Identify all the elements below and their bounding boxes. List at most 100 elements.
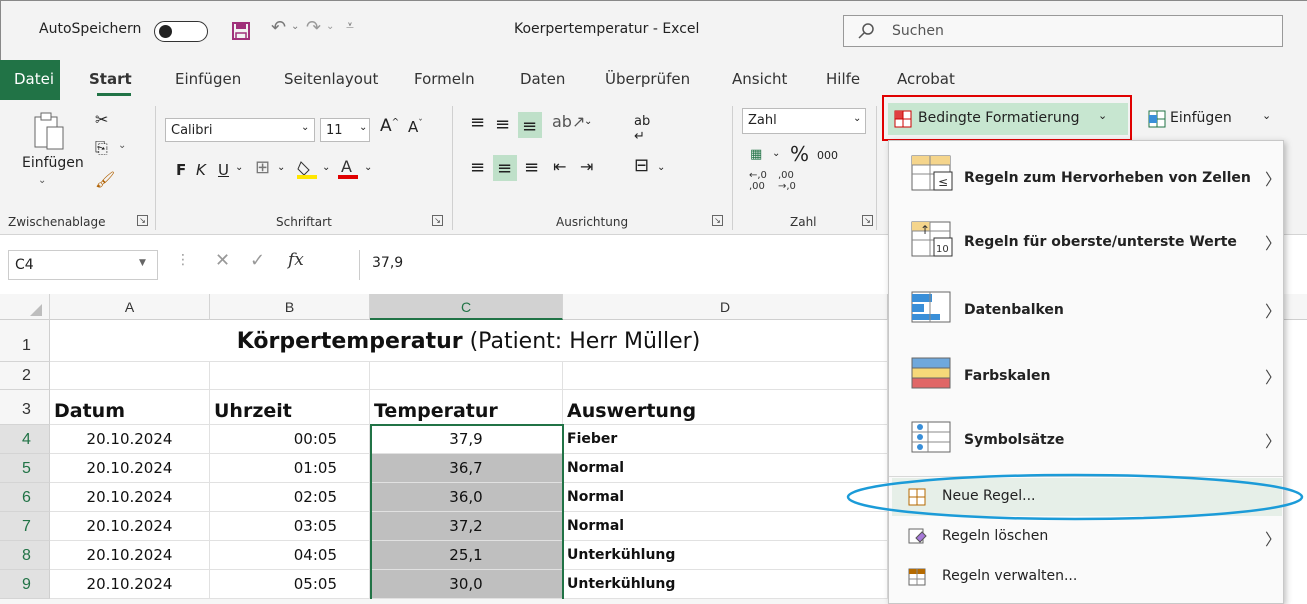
menu-item-new-rule[interactable]: Neue Regel... [892, 478, 1282, 516]
tab-review[interactable]: Überprüfen [605, 70, 690, 88]
orientation-icon[interactable]: ab↗ [552, 112, 585, 131]
undo-icon[interactable]: ↶ [271, 17, 286, 38]
column-header-b[interactable]: B [210, 294, 370, 320]
table-cell[interactable]: 20.10.2024 [50, 425, 210, 454]
menu-item-icon-sets[interactable]: Symbolsätze 〉 [892, 412, 1282, 474]
row-header-8[interactable]: 8 [0, 541, 50, 570]
tab-page-layout[interactable]: Seitenlayout [284, 70, 378, 88]
column-header-a[interactable]: A [50, 294, 210, 320]
font-name-select[interactable]: Calibri ⌄ [165, 118, 315, 142]
increase-indent-icon[interactable]: ⇥ [580, 157, 593, 176]
decrease-decimal-button[interactable]: ,00 →,0 [778, 170, 796, 192]
select-all-corner[interactable] [0, 294, 50, 320]
menu-item-manage-rules[interactable]: Regeln verwalten... [892, 560, 1282, 594]
font-launcher-icon[interactable]: ↘ [432, 215, 443, 226]
table-cell[interactable]: 20.10.2024 [50, 512, 210, 541]
format-painter-icon[interactable]: 🖌 [95, 170, 115, 189]
copy-dropdown-icon[interactable]: ⌄ [118, 140, 126, 151]
row-header-3[interactable]: 3 [0, 390, 50, 425]
menu-item-data-bars[interactable]: Datenbalken 〉 [892, 280, 1282, 346]
accounting-icon[interactable]: ▦ [750, 147, 762, 162]
confirm-icon[interactable]: ✓ [250, 250, 265, 271]
header-cell-datum[interactable]: Datum [50, 390, 210, 425]
underline-button[interactable]: U [218, 161, 229, 179]
font-size-select[interactable]: 11 ⌄ [320, 118, 370, 142]
save-icon[interactable] [232, 22, 250, 40]
fill-color-dropdown-icon[interactable]: ⌄ [322, 162, 330, 173]
table-cell[interactable]: 03:05 [210, 512, 370, 541]
customize-toolbar-icon[interactable]: ⩡ [346, 18, 354, 34]
tab-view[interactable]: Ansicht [732, 70, 787, 88]
decrease-font-icon[interactable]: Aˇ [408, 118, 423, 136]
merge-center-icon[interactable]: ⊟ [634, 155, 649, 176]
table-cell[interactable]: Normal [563, 454, 888, 483]
insert-function-icon[interactable]: fx [288, 250, 304, 270]
italic-button[interactable]: K [196, 161, 206, 179]
decrease-indent-icon[interactable]: ⇤ [553, 157, 566, 176]
row-header-1[interactable]: 1 [0, 320, 50, 362]
cell-b2[interactable] [210, 362, 370, 390]
bold-button[interactable]: F [176, 161, 186, 179]
thousands-button[interactable]: 000 [817, 149, 838, 162]
cell-a2[interactable] [50, 362, 210, 390]
column-header-d[interactable]: D [563, 294, 888, 320]
cell-c2[interactable] [370, 362, 563, 390]
table-cell[interactable]: 20.10.2024 [50, 541, 210, 570]
table-cell[interactable]: Fieber [563, 425, 888, 454]
table-cell[interactable]: 20.10.2024 [50, 454, 210, 483]
tab-insert[interactable]: Einfügen [175, 70, 241, 88]
tab-data[interactable]: Daten [520, 70, 565, 88]
table-cell[interactable]: 36,7 [370, 454, 563, 483]
orientation-dropdown-icon[interactable]: ⌄ [584, 116, 592, 127]
table-cell[interactable]: Normal [563, 483, 888, 512]
search-box[interactable]: Suchen [843, 15, 1283, 47]
increase-decimal-button[interactable]: ←,0 ,00 [749, 170, 767, 192]
increase-font-icon[interactable]: A^ [380, 116, 399, 136]
tab-start[interactable]: Start [89, 70, 132, 88]
menu-item-highlight-rules[interactable]: ≤ Regeln zum Hervorheben von Zellen 〉 [892, 148, 1282, 214]
merge-dropdown-icon[interactable]: ⌄ [657, 162, 665, 173]
fill-color-icon[interactable] [296, 158, 318, 180]
menu-item-clear-rules[interactable]: Regeln löschen 〉 [892, 520, 1282, 554]
menu-item-color-scales[interactable]: Farbskalen 〉 [892, 346, 1282, 412]
tab-acrobat[interactable]: Acrobat [897, 70, 955, 88]
table-cell[interactable]: 02:05 [210, 483, 370, 512]
autosave-toggle[interactable] [154, 21, 208, 42]
redo-dropdown-icon[interactable]: ⌄ [326, 21, 334, 32]
align-bottom-button[interactable]: ≡ [518, 112, 542, 138]
cell-d2[interactable] [563, 362, 888, 390]
formula-value[interactable]: 37,9 [372, 255, 403, 271]
row-header-6[interactable]: 6 [0, 483, 50, 512]
borders-icon[interactable]: ⊞ [255, 157, 270, 178]
align-top-icon[interactable]: ≡ [470, 112, 485, 133]
table-cell[interactable]: 20.10.2024 [50, 570, 210, 599]
column-header-c[interactable]: C [370, 294, 563, 320]
borders-dropdown-icon[interactable]: ⌄ [277, 162, 285, 173]
table-cell[interactable]: 05:05 [210, 570, 370, 599]
cut-icon[interactable]: ✂ [95, 110, 108, 129]
sheet-title-cell[interactable]: Körpertemperatur (Patient: Herr Müller) [50, 320, 888, 362]
table-cell[interactable]: Unterkühlung [563, 570, 888, 599]
header-cell-auswertung[interactable]: Auswertung [563, 390, 888, 425]
clipboard-launcher-icon[interactable]: ↘ [137, 215, 148, 226]
table-cell[interactable]: Normal [563, 512, 888, 541]
cancel-icon[interactable]: ✕ [215, 250, 230, 271]
alignment-launcher-icon[interactable]: ↘ [712, 215, 723, 226]
tab-formulas[interactable]: Formeln [414, 70, 475, 88]
table-cell[interactable]: 00:05 [210, 425, 370, 454]
row-header-9[interactable]: 9 [0, 570, 50, 599]
align-center-button[interactable]: ≡ [493, 155, 517, 181]
header-cell-uhrzeit[interactable]: Uhrzeit [210, 390, 370, 425]
name-box[interactable]: C4 ▼ [8, 250, 158, 280]
undo-dropdown-icon[interactable]: ⌄ [291, 21, 299, 32]
table-cell[interactable]: 37,2 [370, 512, 563, 541]
copy-icon[interactable]: ⎘ [95, 138, 108, 158]
row-header-2[interactable]: 2 [0, 362, 50, 390]
tab-help[interactable]: Hilfe [826, 70, 860, 88]
header-cell-temperatur[interactable]: Temperatur [370, 390, 563, 425]
number-launcher-icon[interactable]: ↘ [862, 215, 873, 226]
font-color-icon[interactable]: A [337, 156, 359, 180]
row-header-5[interactable]: 5 [0, 454, 50, 483]
table-cell[interactable]: 04:05 [210, 541, 370, 570]
active-cell-c4[interactable]: 37,9 [370, 425, 563, 454]
